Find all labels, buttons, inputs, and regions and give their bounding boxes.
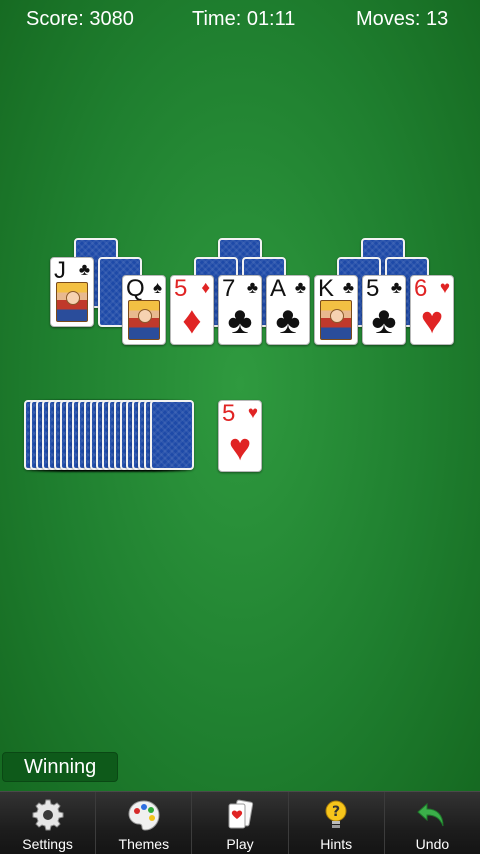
waste-card: 5 ♥ ♥ — [218, 400, 262, 472]
club-suit-icon: ♣ — [294, 278, 306, 297]
play-button[interactable]: Play — [192, 792, 289, 854]
card-queen-spades[interactable]: Q ♠ — [122, 275, 166, 345]
play-label: Play — [226, 836, 254, 852]
card-rank: 6 — [414, 275, 428, 302]
undo-arrow-icon — [417, 802, 444, 827]
card-rank: J — [54, 257, 66, 284]
heart-suit-icon: ♥ — [420, 300, 444, 342]
diamond-suit-icon: ♦ — [201, 278, 210, 297]
stock-card — [150, 400, 194, 470]
stock-pile[interactable] — [24, 400, 196, 472]
palette-icon — [128, 800, 160, 831]
card-five-clubs[interactable]: 5 ♣ ♣ — [362, 275, 406, 345]
card-rank: A — [270, 275, 287, 302]
card-rank: Q — [126, 275, 145, 302]
card-rank: 5 — [222, 400, 236, 427]
card-six-hearts[interactable]: 6 ♥ ♥ — [410, 275, 454, 345]
winning-status-badge: Winning — [2, 752, 118, 782]
club-suit-icon: ♣ — [275, 300, 301, 342]
themes-label: Themes — [118, 836, 170, 852]
club-suit-icon: ♣ — [227, 300, 253, 342]
hints-button[interactable]: ? Hints — [289, 792, 385, 854]
timer-display: Time: 01:11 — [192, 8, 296, 30]
heart-suit-icon: ♥ — [228, 427, 252, 469]
card-rank: 7 — [222, 275, 236, 302]
card-rank: 5 — [366, 275, 380, 302]
hint-bulb-icon: ? — [325, 800, 347, 828]
undo-button[interactable]: Undo — [385, 792, 480, 854]
svg-text:?: ? — [332, 804, 340, 820]
themes-button[interactable]: Themes — [96, 792, 193, 854]
card-seven-clubs[interactable]: 7 ♣ ♣ — [218, 275, 262, 345]
card-king-clubs[interactable]: K ♣ — [314, 275, 358, 345]
heart-suit-icon: ♥ — [247, 403, 258, 422]
moves-display: Moves: 13 — [356, 8, 449, 30]
card-rank: 5 — [174, 275, 188, 302]
settings-label: Settings — [22, 836, 73, 852]
jack-portrait-icon — [56, 282, 88, 322]
score-display: Score: 3080 — [26, 8, 134, 30]
card-ace-clubs[interactable]: A ♣ ♣ — [266, 275, 310, 345]
settings-button[interactable]: Settings — [0, 792, 97, 854]
bottom-toolbar: Settings Themes Play ? Hints Undo — [0, 791, 480, 854]
diamond-suit-icon: ♦ — [182, 300, 202, 342]
card-rank: K — [318, 275, 335, 302]
club-suit-icon: ♣ — [78, 260, 90, 279]
undo-label: Undo — [415, 836, 450, 852]
hints-label: Hints — [320, 836, 353, 852]
club-suit-icon: ♣ — [246, 278, 258, 297]
card-five-diamonds[interactable]: 5 ♦ ♦ — [170, 275, 214, 345]
card-jack-clubs[interactable]: J ♣ — [50, 257, 94, 327]
gear-icon — [32, 799, 64, 831]
heart-suit-icon: ♥ — [439, 278, 450, 297]
cards-icon — [228, 799, 254, 829]
queen-portrait-icon — [128, 300, 160, 340]
king-portrait-icon — [320, 300, 352, 340]
club-suit-icon: ♣ — [390, 278, 402, 297]
spade-suit-icon: ♠ — [152, 278, 162, 297]
club-suit-icon: ♣ — [342, 278, 354, 297]
club-suit-icon: ♣ — [371, 300, 397, 342]
